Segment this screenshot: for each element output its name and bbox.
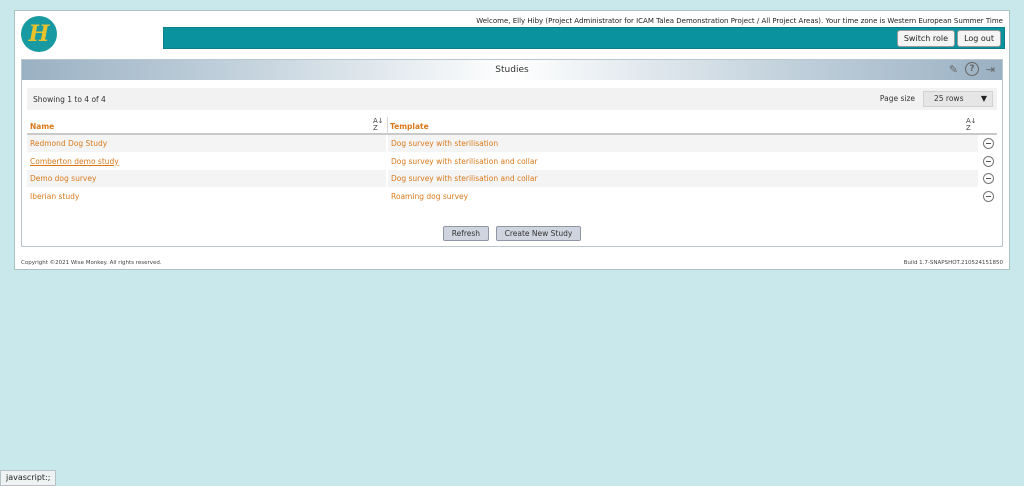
sort-az-icon[interactable]: A↓ Z [966,118,977,132]
remove-icon[interactable] [983,173,994,184]
status-bar-url: javascript:; [0,470,57,486]
pencil-icon[interactable]: ✎ [946,62,961,77]
panel-title-bar: Studies ✎ ? ⇥ [22,60,1002,80]
table-header: Name A↓ Z Template A↓ Z [27,117,997,135]
study-template: Roaming dog survey [388,187,978,205]
talea-logo-icon[interactable]: H [21,16,57,52]
copyright-text: Copyright ©2021 Wise Monkey. All rights … [21,260,162,266]
sort-az-icon[interactable]: A↓ Z [373,118,384,132]
study-name-link[interactable]: Comberton demo study [27,152,386,170]
table-row: Redmond Dog Study Dog survey with steril… [27,135,997,153]
remove-icon[interactable] [983,190,994,202]
refresh-button[interactable]: Refresh [442,226,490,241]
study-template: Dog survey with sterilisation and collar [388,152,978,170]
build-version: Build 1.7-SNAPSHOT.210524151850 [903,260,1003,266]
studies-panel: Studies ✎ ? ⇥ Showing 1 to 4 of 4 Page s… [21,59,1003,247]
panel-title: Studies [495,65,529,75]
switch-role-button[interactable]: Switch role [896,30,955,47]
table-row: Demo dog survey Dog survey with sterilis… [27,170,997,188]
header-bar: Switch role Log out [163,27,1005,49]
table-actions: Refresh Create New Study [22,226,1002,241]
study-name-link[interactable]: Redmond Dog Study [27,135,386,152]
exit-icon[interactable]: ⇥ [983,62,998,77]
showing-count: Showing 1 to 4 of 4 [33,95,106,104]
study-template: Dog survey with sterilisation and collar [388,170,978,187]
column-divider [387,117,388,135]
table-row: Comberton demo study Dog survey with ste… [27,152,997,170]
page-size-value: 25 rows [934,94,964,103]
remove-icon[interactable] [983,155,994,167]
help-icon[interactable]: ? [965,62,979,76]
logo-glyph: H [28,21,50,47]
table-row: Iberian study Roaming dog survey [27,187,997,205]
table-toolbar: Showing 1 to 4 of 4 Page size 25 rows ▼ [27,88,997,110]
studies-table: Name A↓ Z Template A↓ Z Redmond Dog Study … [27,117,997,205]
remove-icon[interactable] [983,138,994,149]
welcome-text: Welcome, Elly Hiby (Project Administrato… [476,17,1003,25]
column-header-template[interactable]: Template [390,122,429,131]
app-frame: H Welcome, Elly Hiby (Project Administra… [14,10,1010,270]
study-name-link[interactable]: Demo dog survey [27,170,386,187]
study-template: Dog survey with sterilisation [388,135,978,152]
study-name-link[interactable]: Iberian study [27,187,386,205]
page-size-select[interactable]: 25 rows ▼ [923,91,993,107]
panel-icons: ✎ ? ⇥ [946,62,998,77]
logout-button[interactable]: Log out [957,30,1001,47]
page-size-label: Page size [879,94,915,103]
chevron-down-icon: ▼ [980,94,987,103]
create-new-study-button[interactable]: Create New Study [495,226,582,241]
column-header-name[interactable]: Name [30,122,54,131]
